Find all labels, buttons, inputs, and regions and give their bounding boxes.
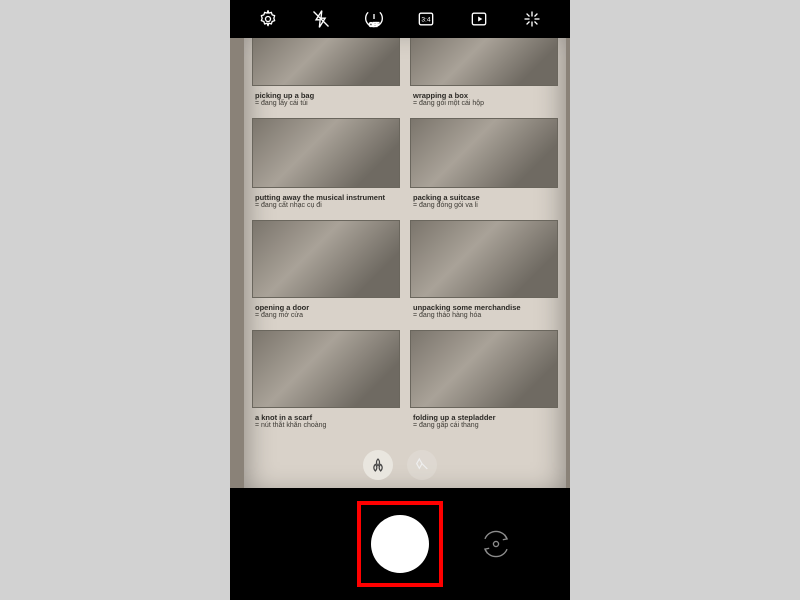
caption-sub: = đang đóng gói va li	[413, 202, 555, 210]
caption-sub: = đang gói một cái hộp	[413, 100, 555, 108]
shutter-highlight-box	[357, 501, 443, 587]
aspect-ratio-icon[interactable]: 3:4	[415, 8, 437, 30]
caption-sub: = nút thắt khăn choàng	[255, 422, 397, 430]
caption-title: packing a suitcase	[413, 194, 555, 202]
motion-photo-icon[interactable]	[468, 8, 490, 30]
beauty-icon[interactable]	[407, 450, 437, 480]
doc-image	[252, 38, 400, 86]
caption-sub: = đang mở cửa	[255, 312, 397, 320]
doc-caption: putting away the musical instrument = đa…	[252, 192, 400, 216]
caption-title: putting away the musical instrument	[255, 194, 397, 202]
doc-caption: picking up a bag = đang lấy cái túi	[252, 90, 400, 114]
switch-camera-icon[interactable]	[476, 524, 516, 564]
doc-image	[410, 330, 558, 408]
doc-caption: unpacking some merchandise = đang tháo h…	[410, 302, 558, 326]
doc-caption: opening a door = đang mở cửa	[252, 302, 400, 326]
caption-sub: = đang cất nhạc cụ đi	[255, 202, 397, 210]
page-left-column: picking up a bag = đang lấy cái túi putt…	[252, 38, 400, 488]
caption-sub: = đang tháo hàng hóa	[413, 312, 555, 320]
doc-image	[252, 220, 400, 298]
caption-title: picking up a bag	[255, 92, 397, 100]
doc-image	[410, 220, 558, 298]
caption-sub: = đang lấy cái túi	[255, 100, 397, 108]
caption-title: opening a door	[255, 304, 397, 312]
doc-caption: folding up a stepladder = đang gấp cái t…	[410, 412, 558, 436]
filter-icon[interactable]	[363, 450, 393, 480]
camera-top-toolbar: OFF 3:4	[230, 0, 570, 38]
timer-icon[interactable]: OFF	[363, 8, 385, 30]
flash-off-icon[interactable]	[310, 8, 332, 30]
doc-image	[252, 330, 400, 408]
effects-icon[interactable]	[521, 8, 543, 30]
timer-label: OFF	[369, 23, 379, 29]
doc-caption: wrapping a box = đang gói một cái hộp	[410, 90, 558, 114]
camera-app: OFF 3:4	[230, 0, 570, 600]
caption-title: folding up a stepladder	[413, 414, 555, 422]
settings-icon[interactable]	[257, 8, 279, 30]
camera-viewfinder[interactable]: picking up a bag = đang lấy cái túi putt…	[230, 38, 570, 488]
camera-bottom-bar	[230, 488, 570, 600]
page-right-column: wrapping a box = đang gói một cái hộp pa…	[410, 38, 558, 488]
doc-image	[410, 38, 558, 86]
ratio-label: 3:4	[422, 17, 432, 24]
doc-image	[410, 118, 558, 188]
doc-image	[252, 118, 400, 188]
caption-title: wrapping a box	[413, 92, 555, 100]
caption-sub: = đang gấp cái thang	[413, 422, 555, 430]
caption-title: unpacking some merchandise	[413, 304, 555, 312]
doc-caption: packing a suitcase = đang đóng gói va li	[410, 192, 558, 216]
document-page: picking up a bag = đang lấy cái túi putt…	[244, 38, 566, 488]
viewfinder-quick-actions	[363, 450, 437, 480]
shutter-button[interactable]	[371, 515, 429, 573]
doc-caption: a knot in a scarf = nút thắt khăn choàng	[252, 412, 400, 436]
caption-title: a knot in a scarf	[255, 414, 397, 422]
